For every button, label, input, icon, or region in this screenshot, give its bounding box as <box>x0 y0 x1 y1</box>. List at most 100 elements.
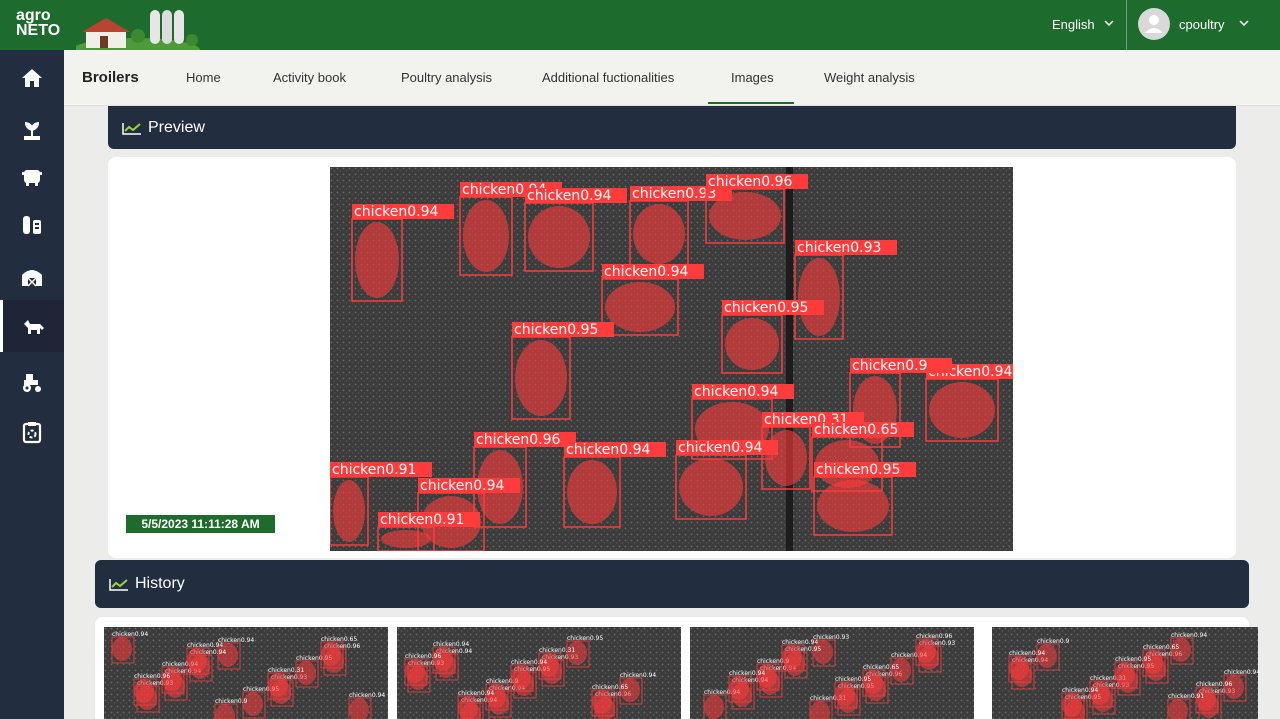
chicken-mask <box>355 222 399 298</box>
detection-label: chicken0.93 <box>813 634 849 641</box>
farm-illustration <box>76 10 200 50</box>
detection-label: chicken0.65 <box>592 684 628 691</box>
detection-label: chicken0.94 <box>729 670 765 677</box>
detection-label: chicken0.91 <box>332 462 416 478</box>
history-thumbnail[interactable]: chicken0.94chicken0.94chicken0.93chicken… <box>397 627 681 719</box>
detection-label: chicken0.93 <box>632 186 716 202</box>
detection-label: chicken0.9 <box>215 698 248 705</box>
history-thumbnail[interactable]: chicken0.94chicken0.94chicken0.94chicken… <box>104 627 388 719</box>
chevron-down-icon[interactable] <box>1102 16 1116 30</box>
tab-additional-functionalities[interactable]: Additional fuctionalities <box>542 70 674 85</box>
chicken-mask <box>381 530 431 548</box>
detection-label: chicken0.94 <box>678 440 763 456</box>
detection-label: chicken0.95 <box>567 635 603 642</box>
chicken-mask <box>134 679 154 703</box>
plant-icon <box>24 121 40 140</box>
sidebar-item-livestock[interactable] <box>0 300 64 352</box>
chicken-mask <box>835 682 855 706</box>
language-selector[interactable]: English <box>1052 17 1095 32</box>
sidebar-item-barns[interactable] <box>0 250 64 302</box>
chicken-mask <box>765 430 807 486</box>
detection-label: chicken0.65 <box>321 636 357 643</box>
detection-label: chicken0.96 <box>405 653 441 660</box>
detection-label: chicken0.95 <box>835 676 871 683</box>
detection-label: chicken0.9 <box>852 358 928 374</box>
detection-label: chicken0.93 <box>797 240 881 256</box>
detection-label: chicken0.94 <box>782 639 818 646</box>
sidebar-item-hives[interactable] <box>0 150 64 202</box>
tab-poultry-analysis[interactable]: Poultry analysis <box>401 70 492 85</box>
chicken-mask <box>633 204 685 264</box>
detection-label: chicken0.94 <box>218 637 254 644</box>
detection-label: chicken0.91 <box>380 512 464 528</box>
history-thumbnail[interactable]: chicken0.94chicken0.93chicken0.96chicken… <box>690 627 974 719</box>
detection-label: chicken0.94 <box>458 690 494 697</box>
detection-label: chicken0.65 <box>863 664 899 671</box>
feeder-line <box>786 167 793 551</box>
detection-label: chicken0.95 <box>1115 656 1151 663</box>
detection-label: chicken0.65 <box>1143 644 1179 651</box>
chicken-mask <box>605 282 675 332</box>
chicken-mask <box>929 382 995 438</box>
chicken-mask <box>511 665 531 689</box>
user-avatar[interactable] <box>1138 8 1170 40</box>
detection-label: chicken0.9 <box>1037 638 1070 645</box>
tab-activity-book[interactable]: Activity book <box>273 70 346 85</box>
agroneto-logo[interactable]: agro NETO <box>16 8 62 42</box>
detection-preview-image[interactable]: chicken0.94chicken0.94chicken0.94 chicken… <box>330 167 1013 551</box>
detection-label: chicken0.96 <box>708 174 793 190</box>
detection-label: chicken0.96 <box>134 673 170 680</box>
chicken-mask <box>798 258 840 336</box>
livestock-icon <box>23 320 44 334</box>
detection-label: chicken0.94 <box>1062 687 1098 694</box>
tab-home[interactable]: Home <box>186 70 221 85</box>
detection-label: chicken0.96 <box>476 432 561 448</box>
chicken-mask <box>268 673 288 697</box>
chicken-mask <box>1115 662 1135 686</box>
active-tab-indicator <box>708 102 794 104</box>
detection-label: chicken0.94 <box>354 204 439 220</box>
detection-label: chicken0.95 <box>816 462 900 478</box>
detection-label: chicken0.94 <box>620 672 656 679</box>
home-icon <box>22 69 42 87</box>
detection-label: chicken0.94 <box>420 478 505 494</box>
sidebar-item-plants[interactable] <box>0 104 64 156</box>
chicken-mask <box>187 648 207 672</box>
detection-label: chicken0.95 <box>724 300 808 316</box>
tractor-icon <box>23 374 41 392</box>
username-label[interactable]: cpoultry <box>1179 17 1225 32</box>
chicken-mask <box>679 458 743 516</box>
detection-label: chicken0.94 <box>694 384 779 400</box>
chicken-mask <box>458 696 478 719</box>
logo-text-bottom: NETO <box>16 22 61 39</box>
chicken-mask <box>321 642 341 666</box>
history-thumbnail[interactable]: chicken0.93chicken0.96chicken0.93chicken… <box>983 627 1267 719</box>
chicken-mask <box>817 480 889 532</box>
sidebar-item-machinery[interactable] <box>0 356 64 408</box>
chicken-mask <box>725 318 779 370</box>
header-divider <box>1126 0 1127 50</box>
detection-label: chicken0.94 <box>349 692 385 699</box>
top-bar: agro NETO English cpoultry <box>0 0 1280 50</box>
detection-label: chicken0.94 <box>604 264 689 280</box>
image-timestamp: 5/5/2023 11:11:28 AM <box>126 515 275 533</box>
detection-label: chicken0.94 <box>511 659 547 666</box>
detection-label: chicken0.96 <box>916 633 952 640</box>
chicken-mask <box>567 460 617 524</box>
history-title: History <box>135 575 185 592</box>
detection-label: chicken0.94 <box>187 642 223 649</box>
hive-icon <box>22 170 42 186</box>
tab-images[interactable]: Images <box>731 70 774 85</box>
chicken-mask <box>463 200 509 272</box>
detection-label: chicken0.31 <box>539 647 575 654</box>
sidebar-item-home[interactable] <box>0 52 64 104</box>
section-title: Broilers <box>82 69 139 86</box>
chicken-mask <box>1062 693 1082 717</box>
tab-weight-analysis[interactable]: Weight analysis <box>824 70 915 85</box>
sidebar-item-silos[interactable] <box>0 198 64 250</box>
preview-title: Preview <box>148 118 205 136</box>
chicken-mask <box>112 637 132 661</box>
sidebar-item-documents[interactable] <box>0 406 64 458</box>
chicken-mask <box>1009 656 1029 680</box>
chevron-down-icon[interactable] <box>1237 16 1251 30</box>
